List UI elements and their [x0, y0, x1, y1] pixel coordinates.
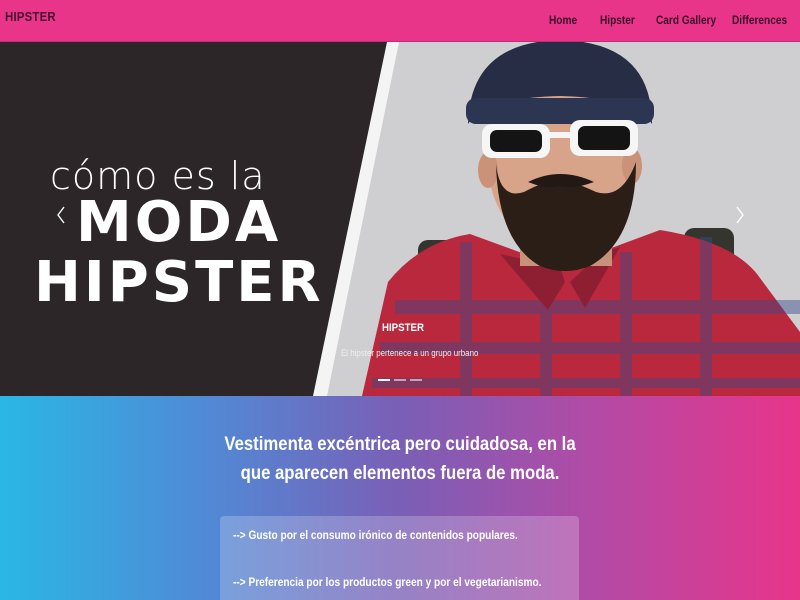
carousel-indicator-1[interactable]	[378, 379, 390, 381]
hero-carousel: cómo es la MODA HIPSTER HIPSTER El hipst…	[0, 42, 800, 396]
carousel-indicator-2[interactable]	[394, 379, 406, 381]
chevron-right-icon	[736, 206, 744, 224]
list-item: --> Gusto por el consumo irónico de cont…	[233, 530, 518, 542]
caption-text: El hipster pertenece a un grupo urbano	[341, 348, 479, 358]
section-headline: Vestimenta excéntrica pero cuidadosa, en…	[48, 430, 752, 488]
slide-headline-moda: MODA	[76, 190, 282, 255]
headline-line-2: que aparecen elementos fuera de moda.	[240, 463, 560, 484]
nav-home[interactable]: Home	[549, 15, 577, 27]
navbar: HIPSTER Home Hipster Card Gallery Differ…	[0, 0, 800, 42]
nav-card-gallery[interactable]: Card Gallery	[656, 15, 716, 27]
nav-differences[interactable]: Differences	[732, 15, 787, 27]
caption-title: HIPSTER	[382, 322, 424, 334]
slide-headline-hipster: HIPSTER	[34, 250, 324, 315]
carousel-prev-button[interactable]	[52, 204, 72, 226]
nav-hipster[interactable]: Hipster	[600, 15, 635, 27]
content-section: Vestimenta excéntrica pero cuidadosa, en…	[0, 396, 800, 600]
brand-logo[interactable]: HIPSTER	[5, 9, 56, 24]
chevron-left-icon	[57, 206, 65, 224]
list-item: --> Preferencia por los productos green …	[233, 577, 542, 589]
carousel-indicator-3[interactable]	[410, 379, 422, 381]
features-card: --> Gusto por el consumo irónico de cont…	[220, 516, 579, 600]
headline-line-1: Vestimenta excéntrica pero cuidadosa, en…	[224, 434, 576, 455]
carousel-next-button[interactable]	[730, 204, 750, 226]
